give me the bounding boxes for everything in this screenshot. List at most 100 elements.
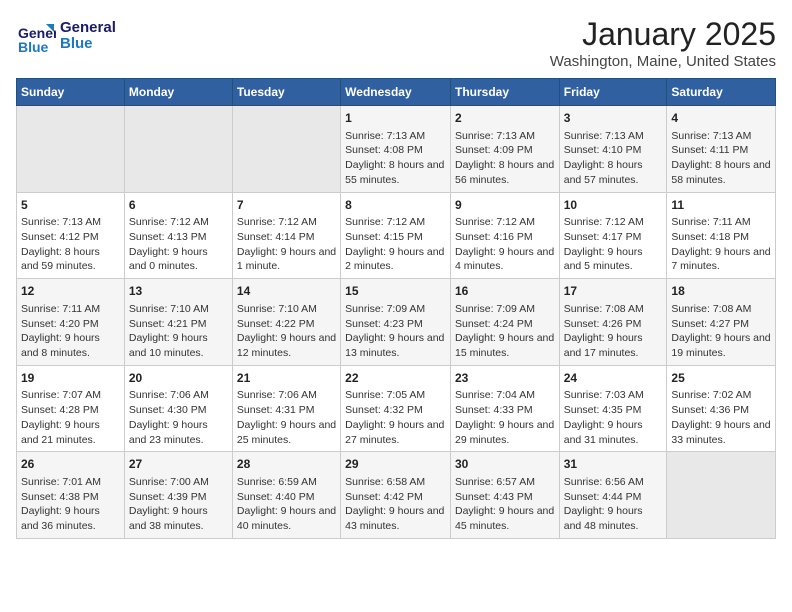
calendar-week-2: 5Sunrise: 7:13 AM Sunset: 4:12 PM Daylig… (17, 192, 776, 279)
calendar-cell: 24Sunrise: 7:03 AM Sunset: 4:35 PM Dayli… (559, 365, 667, 452)
day-number: 31 (564, 456, 663, 473)
day-number: 10 (564, 197, 663, 214)
day-info: Sunrise: 7:13 AM Sunset: 4:12 PM Dayligh… (21, 215, 120, 274)
day-number: 8 (345, 197, 446, 214)
calendar-week-5: 26 Sunrise: 7:01 AM Sunset: 4:38 PM Dayli… (17, 452, 776, 539)
day-number: 13 (129, 283, 228, 300)
title-block: January 2025 Washington, Maine, United S… (550, 16, 776, 70)
day-info: Sunrise: 7:08 AM Sunset: 4:27 PM Dayligh… (671, 302, 771, 361)
day-number: 27 (129, 456, 228, 473)
day-info: Sunrise: 7:12 AM Sunset: 4:13 PM Dayligh… (129, 215, 228, 274)
calendar-cell: 30 Sunrise: 6:57 AM Sunset: 4:43 PM Dayli… (450, 452, 559, 539)
calendar-cell: 9Sunrise: 7:12 AM Sunset: 4:16 PM Daylig… (450, 192, 559, 279)
day-number: 2 (455, 110, 555, 127)
day-number: 7 (237, 197, 336, 214)
calendar-cell: 29Sunrise: 6:58 AM Sunset: 4:42 PM Dayli… (341, 452, 451, 539)
day-info: Sunrise: 7:00 AM Sunset: 4:39 PM Dayligh… (129, 475, 228, 534)
day-info: Sunrise: 7:13 AM Sunset: 4:09 PM Dayligh… (455, 129, 555, 188)
day-info: Sunrise: 7:09 AM Sunset: 4:23 PM Dayligh… (345, 302, 446, 361)
day-info: Sunrise: 7:10 AM Sunset: 4:22 PM Dayligh… (237, 302, 336, 361)
day-info: Sunrise: 7:12 AM Sunset: 4:17 PM Dayligh… (564, 215, 663, 274)
calendar-cell: 15 Sunrise: 7:09 AM Sunset: 4:23 PM Dayli… (341, 279, 451, 366)
day-number: 23 (455, 370, 555, 387)
day-info: Sunrise: 7:07 AM Sunset: 4:28 PM Dayligh… (21, 388, 120, 447)
day-info: Sunrise: 7:05 AM Sunset: 4:32 PM Dayligh… (345, 388, 446, 447)
day-number: 18 (671, 283, 771, 300)
day-number: 16 (455, 283, 555, 300)
day-number: 3 (564, 110, 663, 127)
calendar-cell: 28 Sunrise: 6:59 AM Sunset: 4:40 PM Dayli… (232, 452, 340, 539)
page-header: General Blue General Blue January 2025 W… (16, 16, 776, 70)
logo-line1: General (60, 20, 116, 37)
logo-line2: Blue (60, 36, 116, 53)
calendar-cell: 25Sunrise: 7:02 AM Sunset: 4:36 PM Dayli… (667, 365, 776, 452)
day-number: 24 (564, 370, 663, 387)
day-number: 11 (671, 197, 771, 214)
calendar-cell: 11Sunrise: 7:11 AM Sunset: 4:18 PM Dayli… (667, 192, 776, 279)
day-number: 17 (564, 283, 663, 300)
weekday-header-sunday: Sunday (17, 79, 125, 106)
day-number: 30 (455, 456, 555, 473)
weekday-header-wednesday: Wednesday (341, 79, 451, 106)
calendar-cell (17, 106, 125, 193)
page-subtitle: Washington, Maine, United States (550, 53, 776, 70)
day-info: Sunrise: 7:11 AM Sunset: 4:20 PM Dayligh… (21, 302, 120, 361)
calendar-cell: 8Sunrise: 7:12 AM Sunset: 4:15 PM Daylig… (341, 192, 451, 279)
weekday-header-saturday: Saturday (667, 79, 776, 106)
calendar-cell: 20Sunrise: 7:06 AM Sunset: 4:30 PM Dayli… (124, 365, 232, 452)
calendar-week-3: 12 Sunrise: 7:11 AM Sunset: 4:20 PM Dayli… (17, 279, 776, 366)
calendar-cell: 4Sunrise: 7:13 AM Sunset: 4:11 PM Daylig… (667, 106, 776, 193)
day-info: Sunrise: 7:02 AM Sunset: 4:36 PM Dayligh… (671, 388, 771, 447)
calendar-table: SundayMondayTuesdayWednesdayThursdayFrid… (16, 78, 776, 539)
day-info: Sunrise: 7:11 AM Sunset: 4:18 PM Dayligh… (671, 215, 771, 274)
day-info: Sunrise: 7:06 AM Sunset: 4:30 PM Dayligh… (129, 388, 228, 447)
day-number: 26 (21, 456, 120, 473)
weekday-header-tuesday: Tuesday (232, 79, 340, 106)
day-info: Sunrise: 7:03 AM Sunset: 4:35 PM Dayligh… (564, 388, 663, 447)
day-info: Sunrise: 7:13 AM Sunset: 4:08 PM Dayligh… (345, 129, 446, 188)
calendar-cell: 1Sunrise: 7:13 AM Sunset: 4:08 PM Daylig… (341, 106, 451, 193)
calendar-cell: 10Sunrise: 7:12 AM Sunset: 4:17 PM Dayli… (559, 192, 667, 279)
calendar-cell: 6Sunrise: 7:12 AM Sunset: 4:13 PM Daylig… (124, 192, 232, 279)
day-number: 21 (237, 370, 336, 387)
day-number: 22 (345, 370, 446, 387)
day-info: Sunrise: 7:08 AM Sunset: 4:26 PM Dayligh… (564, 302, 663, 361)
calendar-week-1: 1Sunrise: 7:13 AM Sunset: 4:08 PM Daylig… (17, 106, 776, 193)
calendar-cell: 16 Sunrise: 7:09 AM Sunset: 4:24 PM Dayli… (450, 279, 559, 366)
logo-icon: General Blue (16, 16, 56, 56)
calendar-week-4: 19Sunrise: 7:07 AM Sunset: 4:28 PM Dayli… (17, 365, 776, 452)
calendar-cell: 5Sunrise: 7:13 AM Sunset: 4:12 PM Daylig… (17, 192, 125, 279)
day-number: 6 (129, 197, 228, 214)
day-info: Sunrise: 6:59 AM Sunset: 4:40 PM Dayligh… (237, 475, 336, 534)
calendar-cell: 17 Sunrise: 7:08 AM Sunset: 4:26 PM Dayli… (559, 279, 667, 366)
calendar-cell: 19Sunrise: 7:07 AM Sunset: 4:28 PM Dayli… (17, 365, 125, 452)
day-number: 5 (21, 197, 120, 214)
day-number: 12 (21, 283, 120, 300)
day-number: 20 (129, 370, 228, 387)
day-number: 15 (345, 283, 446, 300)
calendar-cell: 26 Sunrise: 7:01 AM Sunset: 4:38 PM Dayli… (17, 452, 125, 539)
calendar-cell: 22Sunrise: 7:05 AM Sunset: 4:32 PM Dayli… (341, 365, 451, 452)
day-info: Sunrise: 7:13 AM Sunset: 4:11 PM Dayligh… (671, 129, 771, 188)
day-info: Sunrise: 6:56 AM Sunset: 4:44 PM Dayligh… (564, 475, 663, 534)
calendar-cell (667, 452, 776, 539)
day-info: Sunrise: 7:13 AM Sunset: 4:10 PM Dayligh… (564, 129, 663, 188)
day-number: 25 (671, 370, 771, 387)
day-number: 14 (237, 283, 336, 300)
calendar-cell (124, 106, 232, 193)
day-info: Sunrise: 6:57 AM Sunset: 4:43 PM Dayligh… (455, 475, 555, 534)
weekday-header-thursday: Thursday (450, 79, 559, 106)
day-info: Sunrise: 7:10 AM Sunset: 4:21 PM Dayligh… (129, 302, 228, 361)
day-info: Sunrise: 7:09 AM Sunset: 4:24 PM Dayligh… (455, 302, 555, 361)
day-info: Sunrise: 7:04 AM Sunset: 4:33 PM Dayligh… (455, 388, 555, 447)
day-number: 28 (237, 456, 336, 473)
calendar-cell: 18 Sunrise: 7:08 AM Sunset: 4:27 PM Dayli… (667, 279, 776, 366)
weekday-header-monday: Monday (124, 79, 232, 106)
day-info: Sunrise: 7:01 AM Sunset: 4:38 PM Dayligh… (21, 475, 120, 534)
calendar-cell: 7Sunrise: 7:12 AM Sunset: 4:14 PM Daylig… (232, 192, 340, 279)
calendar-cell (232, 106, 340, 193)
calendar-cell: 3 Sunrise: 7:13 AM Sunset: 4:10 PM Daylig… (559, 106, 667, 193)
day-info: Sunrise: 7:12 AM Sunset: 4:15 PM Dayligh… (345, 215, 446, 274)
day-info: Sunrise: 7:12 AM Sunset: 4:16 PM Dayligh… (455, 215, 555, 274)
svg-text:Blue: Blue (18, 39, 49, 55)
